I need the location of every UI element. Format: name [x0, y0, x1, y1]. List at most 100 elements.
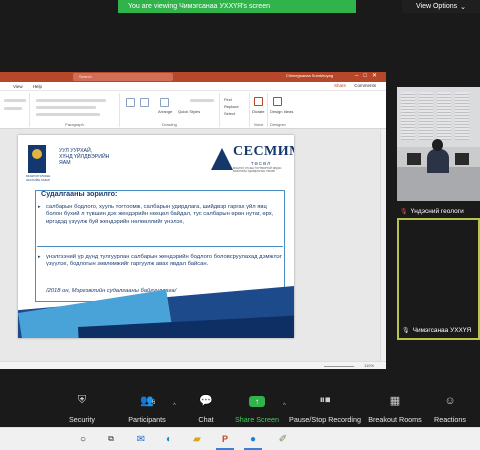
task-view-icon[interactable]: ⧉ — [104, 432, 118, 446]
bullet-item: үнэлгээний үр дүнд тулгуурлан салбарын ж… — [37, 254, 282, 269]
cesmim-logo: CECMИM ТӨСӨЛ МОНГОЛ УЛСЫН ТОГТВОРТОЙ ЭРД… — [211, 142, 294, 180]
ribbon-group-label: Drawing — [162, 122, 177, 127]
window-controls[interactable]: –□✕ — [355, 72, 382, 79]
participants-button[interactable]: 👥 Participants — [124, 389, 170, 427]
window-blind — [455, 92, 469, 140]
bullet-item: салбарын бодлого, хууль тогтоомж, салбар… — [37, 204, 282, 226]
slide[interactable]: МОНГОЛ УЛСЫН ЗАСГИЙН ГАЗАР УУЛ УУРХАЙ, Х… — [18, 135, 294, 338]
ppt-menubar: View Help Share Comments — [0, 82, 386, 91]
zoom-icon[interactable]: ● — [246, 432, 260, 446]
ppt-search-input[interactable]: Search — [73, 73, 173, 81]
meeting-toolbar: ⛨ Security 👥 Participants 6 ^ 💬 Chat ↑ S… — [0, 389, 480, 427]
breakout-rooms-label: Breakout Rooms — [368, 415, 422, 424]
arrange-label[interactable]: Arrange — [158, 109, 172, 114]
share-screen-button[interactable]: ↑ Share Screen — [234, 389, 280, 427]
view-options-label: View Options — [416, 3, 458, 10]
logo-subtitle: ТӨСӨЛ — [251, 161, 271, 166]
logo-tagline: МОНГОЛ УЛСЫН ТОГТВОРТОЙ ЭРДЭС БАЯЛГИЙН У… — [233, 167, 282, 173]
reactions-label: Reactions — [434, 415, 466, 424]
participant-person — [427, 149, 449, 173]
app-icon[interactable]: ✐ — [276, 432, 290, 446]
zoom-slider[interactable] — [324, 366, 354, 367]
quick-styles-label[interactable]: Quick Styles — [178, 109, 200, 114]
chat-label: Chat — [198, 415, 214, 424]
replace-button[interactable]: Replace — [224, 104, 239, 109]
chevron-down-icon: ⌄ — [460, 3, 466, 11]
emblem-caption: МОНГОЛ УЛСЫН ЗАСГИЙН ГАЗАР — [26, 174, 51, 182]
ribbon-group-paragraph: Paragraph — [30, 93, 120, 127]
share-screen-label: Share Screen — [235, 415, 279, 424]
design-ideas-button[interactable]: Design Ideas — [270, 109, 293, 114]
ppt-share-button[interactable]: Share — [334, 83, 346, 88]
menu-item-view[interactable]: View — [13, 84, 23, 89]
record-label: Pause/Stop Recording — [289, 415, 361, 424]
ppt-user-name: Chimegsanaa Sumkhuyag — [286, 73, 333, 78]
slide-title: Судалгааны зорилго: — [41, 189, 118, 198]
chevron-up-icon[interactable]: ^ — [283, 403, 286, 409]
participant-name-row: 🎙 Чимэгсанаа УХХҮЯ — [402, 327, 471, 334]
participant-name: Чимэгсанаа УХХҮЯ — [412, 327, 472, 334]
participant-head — [432, 139, 443, 151]
search-icon[interactable]: ○ — [76, 432, 90, 446]
share-screen-icon: ↑ — [249, 389, 265, 407]
participant-name: Үндэсний геологи — [410, 207, 464, 215]
window-blind — [419, 92, 433, 140]
breakout-rooms-icon: ▦ — [389, 395, 401, 407]
record-button[interactable]: ⏸⏹ Pause/Stop Recording — [289, 389, 361, 427]
ribbon-group-editing: Find Replace Select — [220, 93, 250, 127]
participant-video-tile[interactable] — [397, 87, 480, 201]
chat-icon: 💬 — [199, 395, 213, 407]
window-blind — [437, 92, 451, 140]
ppt-comments-button[interactable]: Comments — [354, 83, 376, 88]
active-speaker-tile[interactable]: 🎙 Чимэгсанаа УХХҮЯ — [397, 218, 480, 340]
ribbon-group-label: Paragraph — [65, 122, 84, 127]
mongolia-emblem-logo — [28, 145, 46, 173]
shared-screen[interactable]: Search Chimegsanaa Sumkhuyag –□✕ View He… — [0, 72, 386, 369]
participant-name-row: 🎙 Үндэсний геологи — [397, 206, 480, 216]
ribbon-group-label: Voice — [253, 122, 264, 127]
ppt-ribbon: Paragraph Arrange Quick Styles Drawing F… — [0, 91, 386, 129]
slide-workspace[interactable]: МОНГОЛ УЛСЫН ЗАСГИЙН ГАЗАР УУЛ УУРХАЙ, Х… — [0, 129, 386, 361]
participants-count: 6 — [152, 400, 156, 406]
logo-name: CECMИM — [233, 144, 294, 159]
breakout-rooms-button[interactable]: ▦ Breakout Rooms — [368, 389, 422, 427]
zoom-level: 110% — [364, 363, 374, 368]
shield-icon: ⛨ — [77, 394, 87, 406]
dictate-button[interactable]: Dictate — [252, 109, 264, 114]
ribbon-group-designer: Design Ideas Designer — [268, 93, 293, 127]
ribbon-group-drawing: Arrange Quick Styles Drawing — [120, 93, 220, 127]
reactions-icon: ☺ — [444, 395, 456, 407]
pause-stop-icon: ⏸⏹ — [319, 394, 331, 406]
ribbon-group-label: Designer — [269, 122, 286, 127]
view-options-button[interactable]: View Options ⌄ — [402, 0, 480, 13]
edge-icon[interactable]: ◐ — [162, 432, 176, 446]
reactions-button[interactable]: ☺ Reactions — [432, 389, 468, 427]
vertical-scrollbar[interactable] — [380, 129, 386, 361]
window-blind — [401, 92, 415, 140]
ribbon-group-left — [0, 93, 30, 127]
mic-muted-icon: 🎙 — [400, 208, 408, 215]
powerpoint-icon[interactable]: P — [218, 432, 232, 446]
find-button[interactable]: Find — [224, 97, 232, 102]
divider — [37, 246, 283, 247]
menu-item-help[interactable]: Help — [33, 84, 42, 89]
file-explorer-icon[interactable]: ▰ — [190, 432, 204, 446]
monitor — [407, 153, 421, 165]
ppt-statusbar: 110% — [0, 361, 386, 369]
chevron-up-icon[interactable]: ^ — [173, 403, 176, 409]
screen-share-banner: You are viewing Чимэгсанаа УХХҮЯ's scree… — [118, 0, 356, 13]
mail-icon[interactable]: ✉ — [134, 432, 148, 446]
chat-button[interactable]: 💬 Chat — [192, 389, 220, 427]
security-label: Security — [69, 415, 95, 424]
logo-triangle-icon — [211, 148, 233, 170]
banner-message: You are viewing Чимэгсанаа УХХҮЯ's scree… — [128, 3, 270, 10]
windows-taskbar: ○ ⧉ ✉ ◐ ▰ P ● ✐ — [0, 427, 480, 450]
participants-label: Participants — [128, 415, 166, 424]
select-button[interactable]: Select — [224, 111, 235, 116]
monitor — [455, 153, 469, 165]
ministry-name: УУЛ УУРХАЙ, ХҮНД ҮЙЛДВЭРИЙН ЯАМ — [59, 148, 110, 166]
ribbon-group-voice: Dictate Voice — [250, 93, 268, 127]
security-button[interactable]: ⛨ Security — [66, 389, 98, 427]
ppt-titlebar: Search Chimegsanaa Sumkhuyag –□✕ — [0, 72, 386, 82]
mic-muted-icon: 🎙 — [402, 328, 410, 334]
